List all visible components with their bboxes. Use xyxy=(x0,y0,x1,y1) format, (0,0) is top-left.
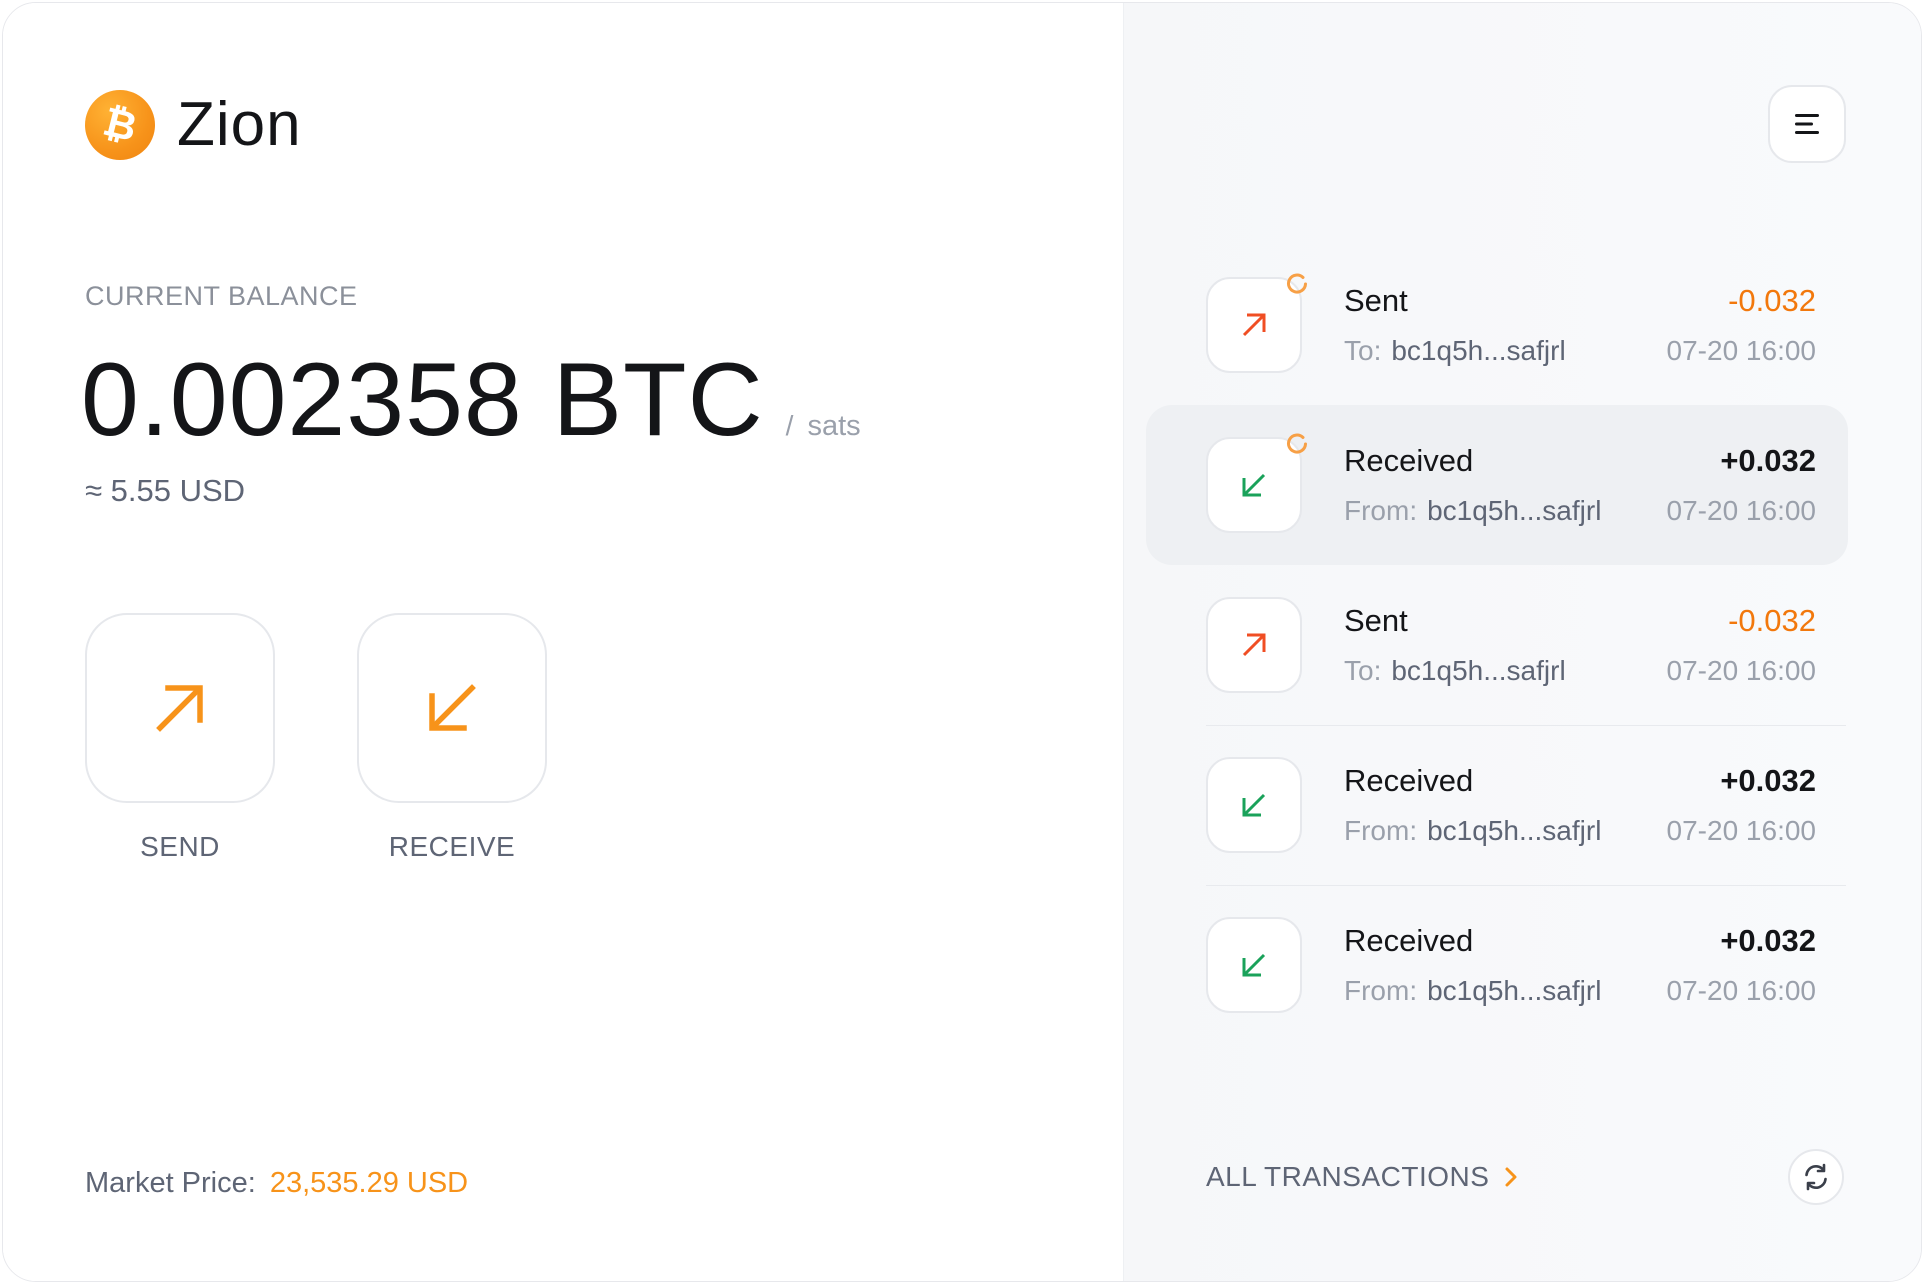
arrow-down-left-icon xyxy=(1242,473,1266,497)
tx-counterparty: To: bc1q5h...safjrl xyxy=(1344,335,1566,367)
all-transactions-link[interactable]: ALL TRANSACTIONS xyxy=(1206,1161,1519,1193)
tx-time: 07-20 16:00 xyxy=(1666,495,1816,526)
tx-type: Sent xyxy=(1344,603,1408,638)
tx-type: Received xyxy=(1344,763,1474,798)
app-name: Zion xyxy=(177,90,302,159)
tx-time: 07-20 16:00 xyxy=(1666,975,1816,1006)
received-tx-icon-box xyxy=(1206,757,1302,853)
balance-caption: CURRENT BALANCE xyxy=(85,281,358,311)
tx-address: bc1q5h...safjrl xyxy=(1427,495,1602,526)
transaction-item-selected[interactable]: Received From: bc1q5h...safjrl +0.032 07-… xyxy=(1146,405,1848,565)
market-price: Market Price: 23,535.29 USD xyxy=(85,1167,468,1200)
all-transactions-label: ALL TRANSACTIONS xyxy=(1206,1161,1490,1192)
market-price-label: Market Price: xyxy=(85,1167,256,1199)
menu-icon xyxy=(1795,114,1819,134)
arrow-up-right-icon xyxy=(1242,313,1266,337)
sent-tx-icon-box xyxy=(1206,597,1302,693)
tx-address: bc1q5h...safjrl xyxy=(1427,975,1602,1006)
refresh-button[interactable] xyxy=(1788,1149,1844,1205)
tx-time: 07-20 16:00 xyxy=(1666,335,1816,366)
tx-address: bc1q5h...safjrl xyxy=(1427,815,1602,846)
tx-direction-label: From: xyxy=(1344,975,1418,1006)
balance-panel: ₿ Zion CURRENT BALANCE 0.002358 BTC / sa… xyxy=(3,3,1123,1281)
tx-time: 07-20 16:00 xyxy=(1666,815,1816,846)
market-price-value: 23,535.29 USD xyxy=(269,1167,469,1199)
tx-address: bc1q5h...safjrl xyxy=(1391,655,1566,686)
send-label: SEND xyxy=(140,831,220,862)
tx-counterparty: From: bc1q5h...safjrl xyxy=(1344,975,1601,1007)
balance-row: 0.002358 BTC / sats xyxy=(81,341,861,460)
tx-address: bc1q5h...safjrl xyxy=(1391,335,1566,366)
tx-amount: +0.032 xyxy=(1720,763,1816,798)
transaction-item[interactable]: Received From: bc1q5h...safjrl +0.032 07-… xyxy=(1176,885,1816,1045)
tx-time: 07-20 16:00 xyxy=(1666,655,1816,686)
tx-amount: -0.032 xyxy=(1728,283,1816,318)
receive-label: RECEIVE xyxy=(388,831,516,862)
unit-separator: / xyxy=(785,410,794,441)
pending-spinner-icon xyxy=(1287,273,1307,294)
arrow-down-left-icon xyxy=(1242,953,1266,977)
tx-direction-label: From: xyxy=(1344,815,1418,846)
app-logo: ₿ Zion xyxy=(85,89,302,160)
tx-counterparty: From: bc1q5h...safjrl xyxy=(1344,495,1601,527)
fiat-balance: ≈ 5.55 USD xyxy=(85,473,246,508)
tx-type: Received xyxy=(1344,923,1474,958)
arrow-down-left-icon xyxy=(429,684,476,731)
bitcoin-icon: ₿ xyxy=(85,89,155,160)
transaction-item[interactable]: Sent To: bc1q5h...safjrl -0.032 07-20 16:… xyxy=(1176,565,1816,725)
transaction-item[interactable]: Sent To: bc1q5h...safjrl -0.032 07-20 16:… xyxy=(1176,245,1816,405)
arrow-down-left-icon xyxy=(1242,793,1266,817)
tx-direction-label: To: xyxy=(1344,655,1382,686)
tx-amount: +0.032 xyxy=(1720,923,1816,958)
unit-toggle-sats[interactable]: sats xyxy=(807,410,860,443)
receive-button[interactable] xyxy=(357,613,547,803)
svg-text:₿: ₿ xyxy=(100,102,140,148)
tx-counterparty: To: bc1q5h...safjrl xyxy=(1344,655,1566,687)
tx-amount: -0.032 xyxy=(1728,603,1816,638)
balance-value: 0.002358 BTC xyxy=(81,342,764,458)
received-tx-icon-box xyxy=(1206,917,1302,1013)
transaction-item[interactable]: Received From: bc1q5h...safjrl +0.032 07-… xyxy=(1176,725,1816,885)
arrow-up-right-icon xyxy=(156,685,203,732)
arrow-up-right-icon xyxy=(1242,633,1266,657)
menu-button[interactable] xyxy=(1768,85,1846,163)
tx-counterparty: From: bc1q5h...safjrl xyxy=(1344,815,1601,847)
tx-type: Received xyxy=(1344,443,1474,478)
refresh-icon xyxy=(1805,1163,1827,1191)
send-button[interactable] xyxy=(85,613,275,803)
pending-spinner-icon xyxy=(1287,433,1307,454)
tx-amount: +0.032 xyxy=(1720,443,1816,478)
tx-direction-label: From: xyxy=(1344,495,1418,526)
tx-direction-label: To: xyxy=(1344,335,1382,366)
wallet-card: ₿ Zion CURRENT BALANCE 0.002358 BTC / sa… xyxy=(2,2,1922,1282)
transactions-panel: Sent To: bc1q5h...safjrl -0.032 07-20 16:… xyxy=(1123,3,1921,1281)
tx-type: Sent xyxy=(1344,283,1408,318)
chevron-right-icon xyxy=(1505,1167,1517,1187)
